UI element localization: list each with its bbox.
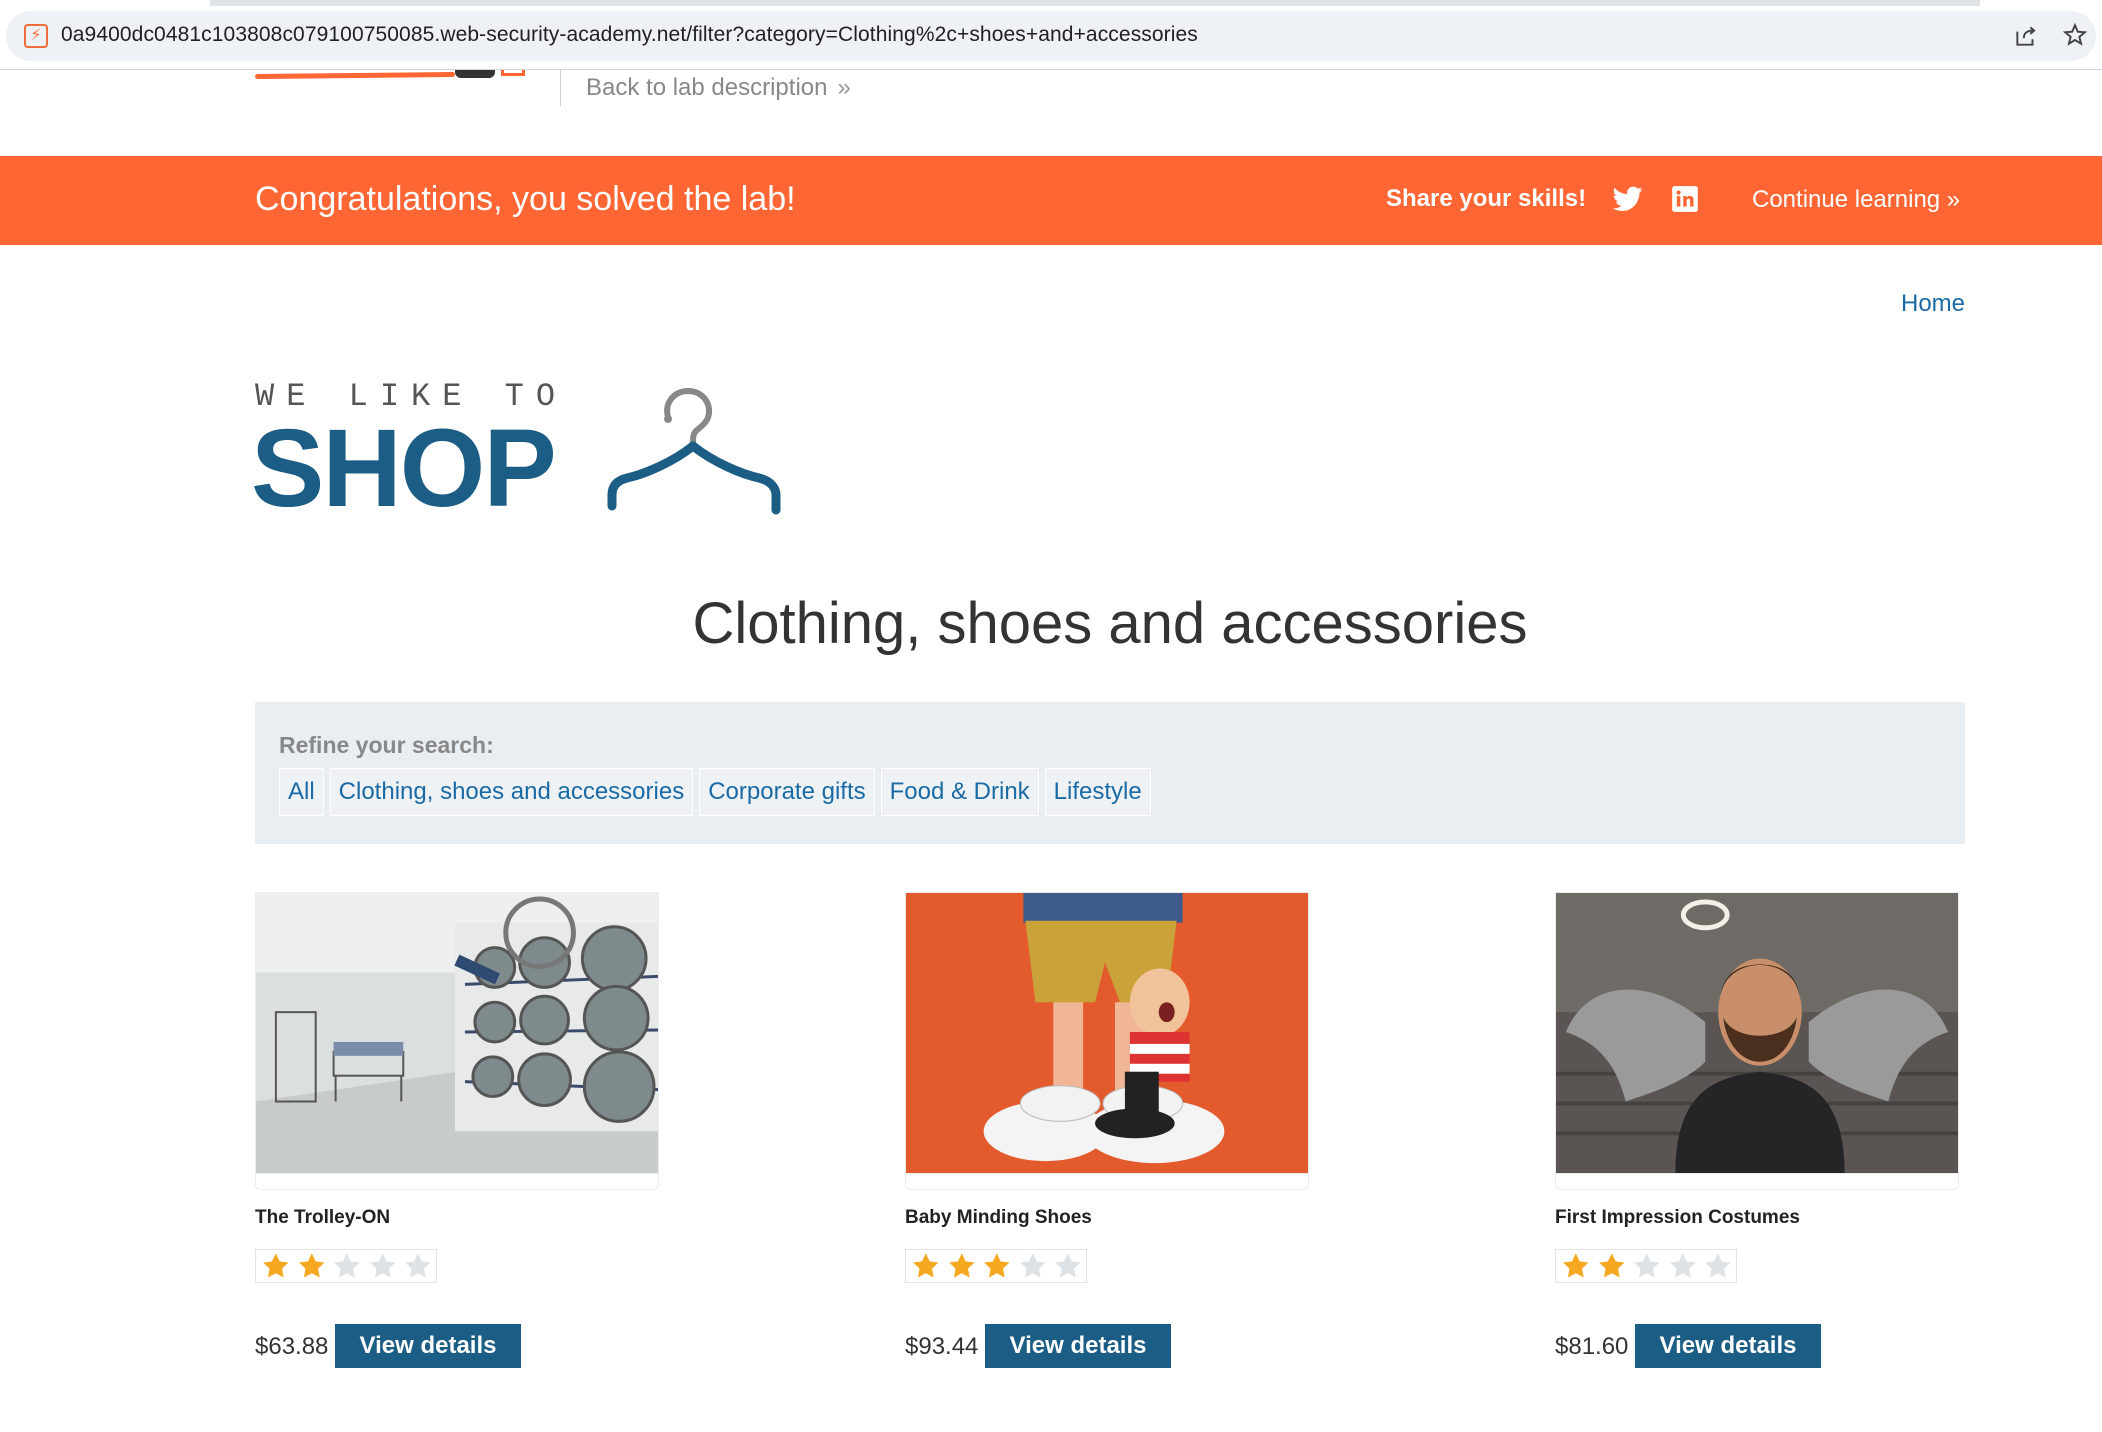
star-empty-icon	[369, 1253, 396, 1278]
academy-logo[interactable]	[254, 70, 525, 82]
product-price: $81.60	[1555, 1333, 1629, 1360]
tab-strip-edge	[0, 0, 2102, 6]
product-name: Baby Minding Shoes	[905, 1207, 1092, 1228]
share-skills-label: Share your skills!	[1386, 185, 1587, 212]
star-empty-icon	[1669, 1253, 1696, 1278]
solved-message: Congratulations, you solved the lab!	[255, 180, 796, 218]
star-filled-icon	[913, 1253, 939, 1278]
back-link-label: Back to lab description	[586, 74, 828, 101]
product-name: The Trolley-ON	[255, 1207, 391, 1228]
product-price: $63.88	[255, 1333, 329, 1360]
site-info-icon[interactable]: ⚡	[24, 24, 48, 48]
continue-learning-label: Continue learning	[1752, 186, 1941, 213]
clothes-hanger-icon	[607, 387, 781, 515]
view-details-button[interactable]: View details	[335, 1324, 521, 1368]
view-details-button[interactable]: View details	[985, 1324, 1171, 1368]
star-filled-icon	[298, 1253, 325, 1278]
browser-toolbar: ⚡ 0a9400dc0481c103808c079100750085.web-s…	[0, 0, 2102, 70]
star-empty-icon	[334, 1253, 360, 1278]
filter-food-drink-link[interactable]: Food & Drink	[880, 768, 1039, 816]
header-divider	[560, 70, 561, 106]
view-details-button[interactable]: View details	[1635, 1324, 1821, 1368]
giant-shoes-image	[905, 892, 1309, 1174]
twitter-icon[interactable]	[1613, 186, 1643, 212]
bookmark-star-icon[interactable]	[2062, 22, 2088, 48]
logo-shop-text: SHOP	[251, 407, 557, 530]
star-rating	[905, 1249, 1087, 1283]
academy-header: Back to lab description »	[0, 70, 2102, 156]
shop-logo[interactable]: WE LIKE TO SHOP	[251, 378, 795, 528]
address-bar[interactable]: ⚡ 0a9400dc0481c103808c079100750085.web-s…	[6, 11, 2096, 61]
star-empty-icon	[1634, 1253, 1660, 1278]
star-filled-icon	[263, 1253, 289, 1278]
filter-label: Refine your search:	[279, 732, 494, 758]
share-icon[interactable]	[2013, 23, 2039, 49]
star-empty-icon	[405, 1253, 431, 1278]
back-to-lab-link[interactable]: Back to lab description »	[586, 74, 851, 102]
filter-all-link[interactable]: All	[279, 768, 324, 816]
filter-clothing-link[interactable]: Clothing, shoes and accessories	[329, 768, 694, 816]
url-text[interactable]: 0a9400dc0481c103808c079100750085.web-sec…	[61, 23, 1198, 47]
star-filled-icon	[1598, 1253, 1625, 1278]
product-name: First Impression Costumes	[1555, 1207, 1800, 1228]
star-empty-icon	[1055, 1253, 1081, 1278]
double-chevron-right-icon: »	[1940, 186, 1961, 213]
image-frame	[1555, 1174, 1959, 1190]
filter-category-list: All Clothing, shoes and accessories Corp…	[279, 768, 1151, 816]
page-title: Clothing, shoes and accessories	[692, 591, 1528, 656]
filter-lifestyle-link[interactable]: Lifestyle	[1044, 768, 1151, 816]
star-empty-icon	[1019, 1253, 1046, 1278]
double-chevron-right-icon: »	[837, 74, 851, 101]
product-price: $93.44	[905, 1333, 979, 1360]
image-frame	[905, 1174, 1309, 1190]
star-rating	[255, 1249, 437, 1283]
continue-learning-link[interactable]: Continue learning »	[1752, 186, 1960, 214]
star-filled-icon	[1563, 1253, 1589, 1278]
lab-solved-banner: Congratulations, you solved the lab! Sha…	[0, 156, 2102, 245]
laundromat-image	[255, 892, 659, 1174]
linkedin-icon[interactable]	[1671, 185, 1699, 213]
star-filled-icon	[984, 1253, 1010, 1278]
image-frame	[255, 1174, 659, 1190]
star-empty-icon	[1705, 1253, 1731, 1278]
star-filled-icon	[948, 1253, 975, 1278]
filter-panel: Refine your search: All Clothing, shoes …	[255, 702, 1965, 844]
home-link[interactable]: Home	[1901, 290, 1965, 318]
star-rating	[1555, 1249, 1737, 1283]
angel-costume-image	[1555, 892, 1959, 1174]
filter-corporate-gifts-link[interactable]: Corporate gifts	[699, 768, 875, 816]
